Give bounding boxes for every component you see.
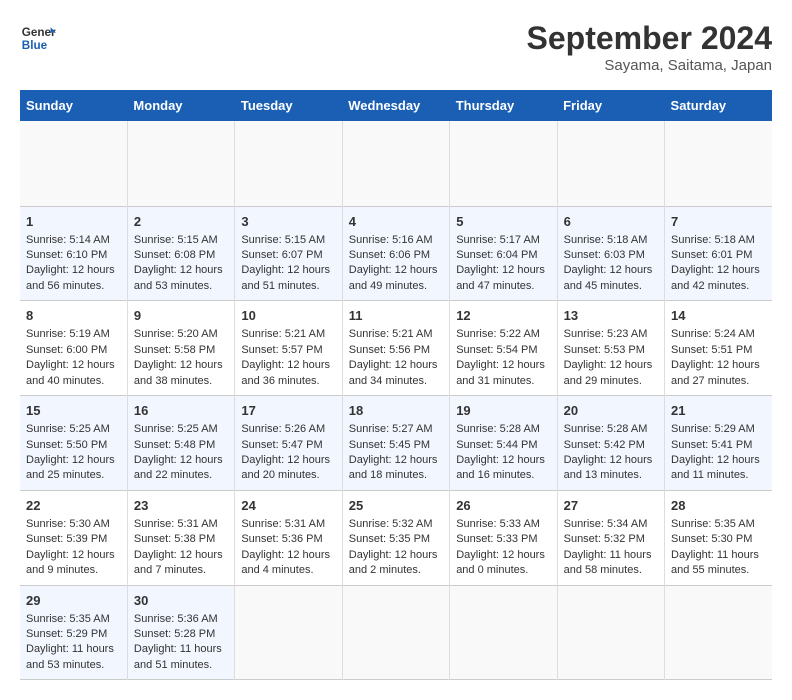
location-subtitle: Sayama, Saitama, Japan <box>527 57 772 74</box>
day-number: 19 <box>456 402 550 420</box>
col-header-tuesday: Tuesday <box>235 90 342 121</box>
cal-cell: 8Sunrise: 5:19 AMSunset: 6:00 PMDaylight… <box>20 301 127 396</box>
cal-cell: 26Sunrise: 5:33 AMSunset: 5:33 PMDayligh… <box>450 490 557 585</box>
day-number: 15 <box>26 402 121 420</box>
calendar-table: SundayMondayTuesdayWednesdayThursdayFrid… <box>20 90 772 680</box>
day-number: 11 <box>349 307 443 325</box>
day-number: 4 <box>349 213 443 231</box>
day-number: 10 <box>241 307 335 325</box>
day-number: 1 <box>26 213 121 231</box>
cal-cell: 6Sunrise: 5:18 AMSunset: 6:03 PMDaylight… <box>557 206 664 301</box>
cal-cell: 14Sunrise: 5:24 AMSunset: 5:51 PMDayligh… <box>665 301 772 396</box>
header-row: SundayMondayTuesdayWednesdayThursdayFrid… <box>20 90 772 121</box>
page-header: General Blue September 2024 Sayama, Sait… <box>20 20 772 74</box>
day-number: 28 <box>671 497 766 515</box>
cal-cell <box>557 585 664 680</box>
day-number: 21 <box>671 402 766 420</box>
day-number: 18 <box>349 402 443 420</box>
cal-cell: 10Sunrise: 5:21 AMSunset: 5:57 PMDayligh… <box>235 301 342 396</box>
week-row-2: 8Sunrise: 5:19 AMSunset: 6:00 PMDaylight… <box>20 301 772 396</box>
col-header-monday: Monday <box>127 90 234 121</box>
week-row-5: 29Sunrise: 5:35 AMSunset: 5:29 PMDayligh… <box>20 585 772 680</box>
day-number: 23 <box>134 497 228 515</box>
cal-cell: 29Sunrise: 5:35 AMSunset: 5:29 PMDayligh… <box>20 585 127 680</box>
day-number: 7 <box>671 213 766 231</box>
cal-cell <box>235 585 342 680</box>
cal-cell <box>235 121 342 206</box>
day-number: 3 <box>241 213 335 231</box>
cal-cell: 3Sunrise: 5:15 AMSunset: 6:07 PMDaylight… <box>235 206 342 301</box>
cal-cell <box>342 585 449 680</box>
cal-cell: 2Sunrise: 5:15 AMSunset: 6:08 PMDaylight… <box>127 206 234 301</box>
cal-cell: 30Sunrise: 5:36 AMSunset: 5:28 PMDayligh… <box>127 585 234 680</box>
day-number: 12 <box>456 307 550 325</box>
cal-cell: 4Sunrise: 5:16 AMSunset: 6:06 PMDaylight… <box>342 206 449 301</box>
cal-cell: 13Sunrise: 5:23 AMSunset: 5:53 PMDayligh… <box>557 301 664 396</box>
cal-cell: 16Sunrise: 5:25 AMSunset: 5:48 PMDayligh… <box>127 396 234 491</box>
cal-cell: 5Sunrise: 5:17 AMSunset: 6:04 PMDaylight… <box>450 206 557 301</box>
col-header-wednesday: Wednesday <box>342 90 449 121</box>
title-block: September 2024 Sayama, Saitama, Japan <box>527 20 772 74</box>
day-number: 2 <box>134 213 228 231</box>
cal-cell: 18Sunrise: 5:27 AMSunset: 5:45 PMDayligh… <box>342 396 449 491</box>
cal-cell <box>557 121 664 206</box>
day-number: 25 <box>349 497 443 515</box>
cal-cell <box>665 121 772 206</box>
cal-cell: 17Sunrise: 5:26 AMSunset: 5:47 PMDayligh… <box>235 396 342 491</box>
day-number: 6 <box>564 213 658 231</box>
cal-cell <box>127 121 234 206</box>
day-number: 9 <box>134 307 228 325</box>
cal-cell <box>450 121 557 206</box>
cal-cell: 9Sunrise: 5:20 AMSunset: 5:58 PMDaylight… <box>127 301 234 396</box>
day-number: 27 <box>564 497 658 515</box>
col-header-saturday: Saturday <box>665 90 772 121</box>
day-number: 5 <box>456 213 550 231</box>
cal-cell: 25Sunrise: 5:32 AMSunset: 5:35 PMDayligh… <box>342 490 449 585</box>
cal-cell: 1Sunrise: 5:14 AMSunset: 6:10 PMDaylight… <box>20 206 127 301</box>
cal-cell: 27Sunrise: 5:34 AMSunset: 5:32 PMDayligh… <box>557 490 664 585</box>
week-row-0 <box>20 121 772 206</box>
month-title: September 2024 <box>527 20 772 57</box>
week-row-4: 22Sunrise: 5:30 AMSunset: 5:39 PMDayligh… <box>20 490 772 585</box>
day-number: 13 <box>564 307 658 325</box>
day-number: 16 <box>134 402 228 420</box>
day-number: 22 <box>26 497 121 515</box>
week-row-3: 15Sunrise: 5:25 AMSunset: 5:50 PMDayligh… <box>20 396 772 491</box>
day-number: 14 <box>671 307 766 325</box>
logo-icon: General Blue <box>20 20 56 56</box>
week-row-1: 1Sunrise: 5:14 AMSunset: 6:10 PMDaylight… <box>20 206 772 301</box>
cal-cell: 20Sunrise: 5:28 AMSunset: 5:42 PMDayligh… <box>557 396 664 491</box>
day-number: 24 <box>241 497 335 515</box>
svg-text:Blue: Blue <box>22 39 48 52</box>
day-number: 30 <box>134 592 228 610</box>
cal-cell: 22Sunrise: 5:30 AMSunset: 5:39 PMDayligh… <box>20 490 127 585</box>
cal-cell: 12Sunrise: 5:22 AMSunset: 5:54 PMDayligh… <box>450 301 557 396</box>
col-header-sunday: Sunday <box>20 90 127 121</box>
cal-cell: 23Sunrise: 5:31 AMSunset: 5:38 PMDayligh… <box>127 490 234 585</box>
cal-cell: 7Sunrise: 5:18 AMSunset: 6:01 PMDaylight… <box>665 206 772 301</box>
cal-cell <box>665 585 772 680</box>
day-number: 26 <box>456 497 550 515</box>
day-number: 17 <box>241 402 335 420</box>
col-header-friday: Friday <box>557 90 664 121</box>
logo: General Blue <box>20 20 56 56</box>
col-header-thursday: Thursday <box>450 90 557 121</box>
day-number: 20 <box>564 402 658 420</box>
cal-cell: 21Sunrise: 5:29 AMSunset: 5:41 PMDayligh… <box>665 396 772 491</box>
cal-cell <box>450 585 557 680</box>
cal-cell: 24Sunrise: 5:31 AMSunset: 5:36 PMDayligh… <box>235 490 342 585</box>
day-number: 29 <box>26 592 121 610</box>
cal-cell <box>20 121 127 206</box>
cal-cell: 15Sunrise: 5:25 AMSunset: 5:50 PMDayligh… <box>20 396 127 491</box>
cal-cell: 11Sunrise: 5:21 AMSunset: 5:56 PMDayligh… <box>342 301 449 396</box>
cal-cell: 28Sunrise: 5:35 AMSunset: 5:30 PMDayligh… <box>665 490 772 585</box>
cal-cell <box>342 121 449 206</box>
cal-cell: 19Sunrise: 5:28 AMSunset: 5:44 PMDayligh… <box>450 396 557 491</box>
day-number: 8 <box>26 307 121 325</box>
